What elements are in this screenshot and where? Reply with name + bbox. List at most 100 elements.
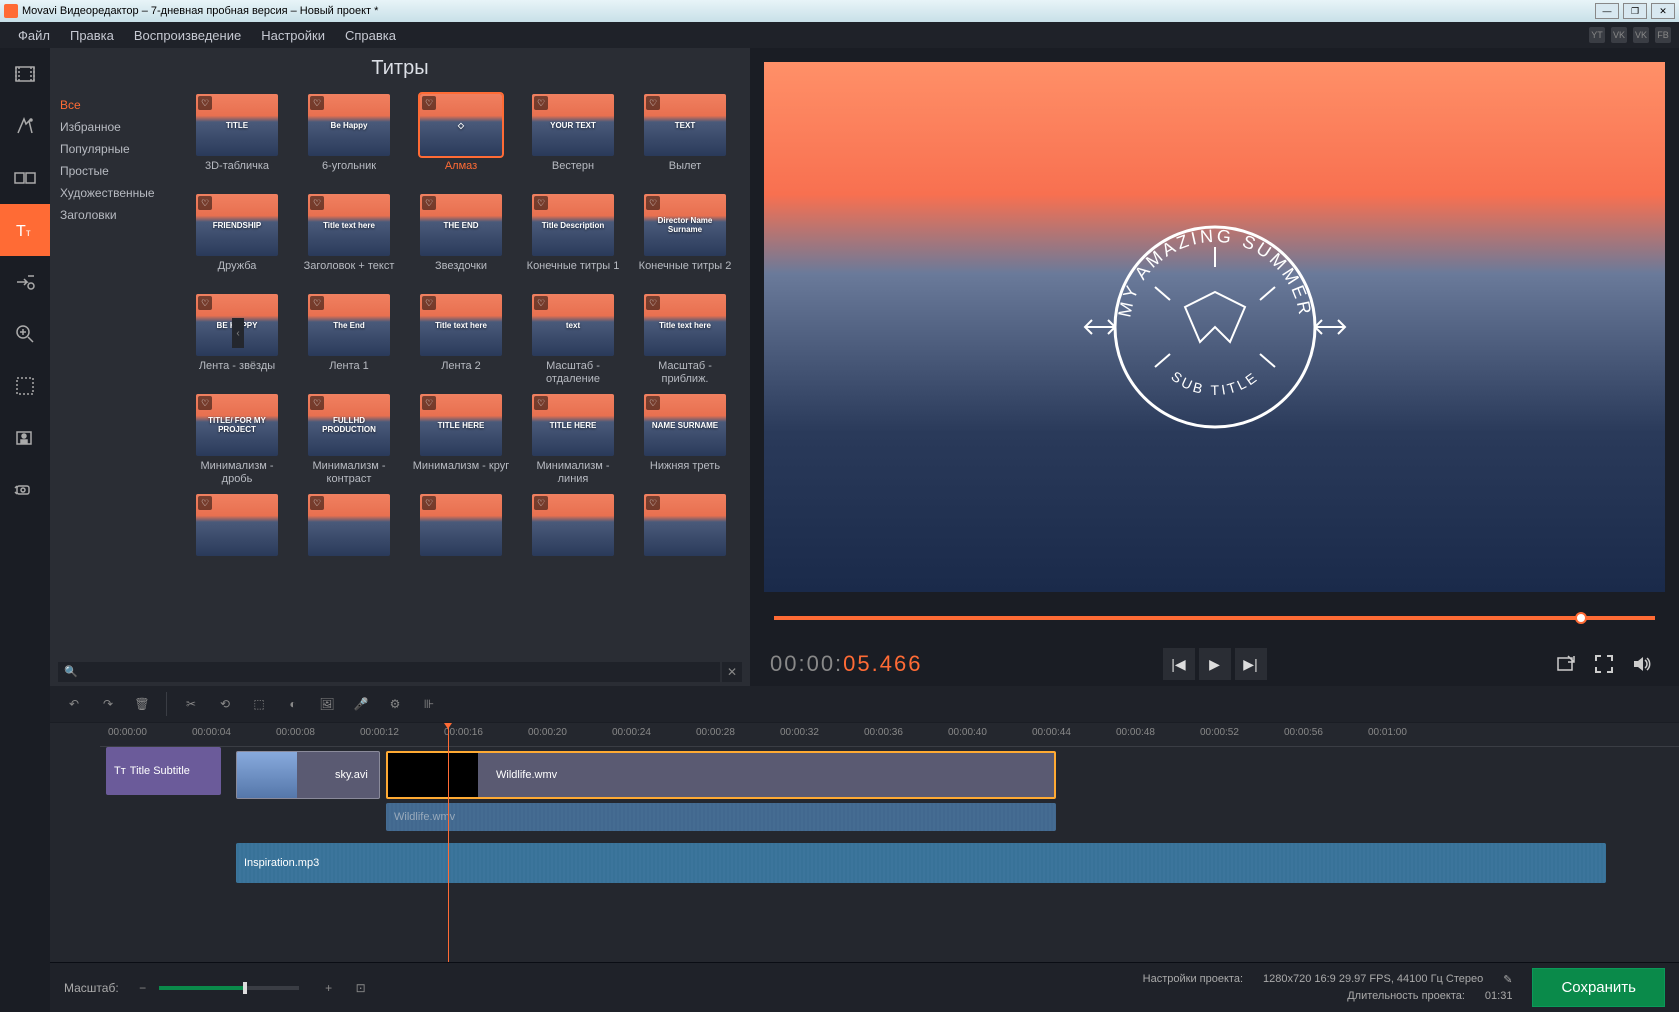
thumb-item[interactable]: ♡textМасштаб - отдаление xyxy=(522,294,624,388)
thumb-preview[interactable]: ♡ xyxy=(308,494,390,556)
social-vk-icon[interactable]: VK xyxy=(1611,27,1627,43)
video-clip-wildlife[interactable]: Wildlife.wmv xyxy=(386,751,1056,799)
thumb-item[interactable]: ♡ xyxy=(522,494,624,588)
thumb-item[interactable]: ♡The EndЛента 1 xyxy=(298,294,400,388)
thumb-item[interactable]: ♡ xyxy=(634,494,736,588)
crop-button[interactable]: ⬚ xyxy=(243,689,275,719)
menu-file[interactable]: Файл xyxy=(8,24,60,47)
menu-edit[interactable]: Правка xyxy=(60,24,124,47)
menu-playback[interactable]: Воспроизведение xyxy=(124,24,251,47)
thumb-item[interactable]: ♡Title text hereЛента 2 xyxy=(410,294,512,388)
social-fb-icon[interactable]: FB xyxy=(1655,27,1671,43)
thumb-item[interactable]: ♡ xyxy=(298,494,400,588)
thumb-item[interactable]: ♡YOUR TEXTВестерн xyxy=(522,94,624,188)
category-all[interactable]: Все xyxy=(58,94,180,116)
audio-clip-wildlife[interactable]: Wildlife.wmv xyxy=(386,803,1056,831)
tool-filters[interactable] xyxy=(0,100,50,152)
thumb-item[interactable]: ♡TEXTВылет xyxy=(634,94,736,188)
next-frame-button[interactable]: ▶| xyxy=(1235,648,1267,680)
scrubber-handle[interactable] xyxy=(1575,612,1587,624)
mic-button[interactable]: 🎤 xyxy=(345,689,377,719)
thumb-preview[interactable]: ♡FULLHD PRODUCTION xyxy=(308,394,390,456)
thumb-preview[interactable]: ♡NAME SURNAME xyxy=(644,394,726,456)
preview-video[interactable]: MY AMAZING SUMMER SUB TITLE xyxy=(764,62,1665,592)
redo-button[interactable]: ↷ xyxy=(92,689,124,719)
color-button[interactable]: ◐ xyxy=(277,689,309,719)
playhead[interactable] xyxy=(448,723,449,962)
thumb-preview[interactable]: ♡text xyxy=(532,294,614,356)
thumb-preview[interactable]: ♡THE END xyxy=(420,194,502,256)
thumb-preview[interactable]: ♡Title Description xyxy=(532,194,614,256)
thumb-item[interactable]: ♡◇Алмаз xyxy=(410,94,512,188)
category-simple[interactable]: Простые xyxy=(58,160,180,182)
fit-timeline-button[interactable]: ⊡ xyxy=(345,973,377,1003)
category-artistic[interactable]: Художественные xyxy=(58,182,180,204)
equalizer-button[interactable]: ⊪ xyxy=(413,689,445,719)
category-headers[interactable]: Заголовки xyxy=(58,204,180,226)
search-input[interactable] xyxy=(58,662,720,682)
tool-zoom[interactable] xyxy=(0,308,50,360)
thumb-preview[interactable]: ♡TITLE xyxy=(196,94,278,156)
thumb-preview[interactable]: ♡ xyxy=(532,494,614,556)
search-clear-button[interactable]: ✕ xyxy=(722,662,742,682)
tool-callouts[interactable] xyxy=(0,256,50,308)
image-button[interactable]: 🖼 xyxy=(311,689,343,719)
thumb-preview[interactable]: ♡Title text here xyxy=(420,294,502,356)
fullscreen-button[interactable] xyxy=(1587,648,1621,680)
rotate-button[interactable]: ⟲ xyxy=(209,689,241,719)
thumb-preview[interactable]: ♡TITLE HERE xyxy=(420,394,502,456)
zoom-in-button[interactable]: + xyxy=(313,973,345,1003)
timeline-ruler[interactable]: 00:00:0000:00:0400:00:0800:00:1200:00:16… xyxy=(100,723,1679,747)
thumb-preview[interactable]: ♡TEXT xyxy=(644,94,726,156)
collapse-sidebar-icon[interactable]: ‹ xyxy=(232,318,244,348)
thumb-item[interactable]: ♡Title text hereЗаголовок + текст xyxy=(298,194,400,288)
export-frame-button[interactable] xyxy=(1549,648,1583,680)
thumb-preview[interactable]: ♡TITLE/ FOR MY PROJECT xyxy=(196,394,278,456)
thumb-item[interactable]: ♡Director Name SurnameКонечные титры 2 xyxy=(634,194,736,288)
tool-highlight[interactable] xyxy=(0,360,50,412)
category-favorites[interactable]: Избранное xyxy=(58,116,180,138)
thumbnails-grid[interactable]: ♡TITLE3D-табличка♡Be Happy6-угольник♡◇Ал… xyxy=(180,88,750,658)
delete-button[interactable]: 🗑 xyxy=(126,689,158,719)
menu-settings[interactable]: Настройки xyxy=(251,24,335,47)
clip-properties-button[interactable]: ⚙ xyxy=(379,689,411,719)
thumb-item[interactable]: ♡TITLE HEREМинимализм - линия xyxy=(522,394,624,488)
thumb-preview[interactable]: ♡The End xyxy=(308,294,390,356)
thumb-preview[interactable]: ♡ xyxy=(644,494,726,556)
music-clip[interactable]: Inspiration.mp3 xyxy=(236,843,1606,883)
menu-help[interactable]: Справка xyxy=(335,24,406,47)
minimize-button[interactable]: — xyxy=(1595,3,1619,19)
thumb-preview[interactable]: ♡ xyxy=(196,494,278,556)
edit-settings-icon[interactable]: ✎ xyxy=(1503,973,1512,986)
thumb-preview[interactable]: ♡YOUR TEXT xyxy=(532,94,614,156)
thumb-item[interactable]: ♡NAME SURNAMEНижняя треть xyxy=(634,394,736,488)
undo-button[interactable]: ↶ xyxy=(58,689,90,719)
thumb-item[interactable]: ♡ xyxy=(410,494,512,588)
thumb-item[interactable]: ♡Title text hereМасштаб - приближ. xyxy=(634,294,736,388)
social-vk2-icon[interactable]: VK xyxy=(1633,27,1649,43)
thumb-preview[interactable]: ♡TITLE HERE xyxy=(532,394,614,456)
thumb-item[interactable]: ♡TITLE3D-табличка xyxy=(186,94,288,188)
thumb-item[interactable]: ♡ xyxy=(186,494,288,588)
prev-frame-button[interactable]: |◀ xyxy=(1163,648,1195,680)
tool-titles[interactable]: Tт xyxy=(0,204,50,256)
thumb-item[interactable]: ♡TITLE HEREМинимализм - круг xyxy=(410,394,512,488)
video-clip-sky[interactable]: sky.avi xyxy=(236,751,380,799)
save-button[interactable]: Сохранить xyxy=(1532,968,1665,1007)
play-button[interactable]: ▶ xyxy=(1199,648,1231,680)
thumb-item[interactable]: ♡THE ENDЗвездочки xyxy=(410,194,512,288)
social-youtube-icon[interactable]: YT xyxy=(1589,27,1605,43)
close-button[interactable]: ✕ xyxy=(1651,3,1675,19)
tool-transitions[interactable] xyxy=(0,152,50,204)
preview-scrubber[interactable] xyxy=(764,592,1665,642)
split-button[interactable]: ✂ xyxy=(175,689,207,719)
thumb-preview[interactable]: ♡FRIENDSHIP xyxy=(196,194,278,256)
timeline[interactable]: 00:00:0000:00:0400:00:0800:00:1200:00:16… xyxy=(50,722,1679,962)
volume-button[interactable] xyxy=(1625,648,1659,680)
thumb-preview[interactable]: ♡Title text here xyxy=(644,294,726,356)
thumb-item[interactable]: ♡Be Happy6-угольник xyxy=(298,94,400,188)
thumb-preview[interactable]: ♡Title text here xyxy=(308,194,390,256)
thumb-item[interactable]: ♡FRIENDSHIPДружба xyxy=(186,194,288,288)
zoom-slider[interactable] xyxy=(159,986,299,990)
thumb-item[interactable]: ♡TITLE/ FOR MY PROJECTМинимализм - дробь xyxy=(186,394,288,488)
